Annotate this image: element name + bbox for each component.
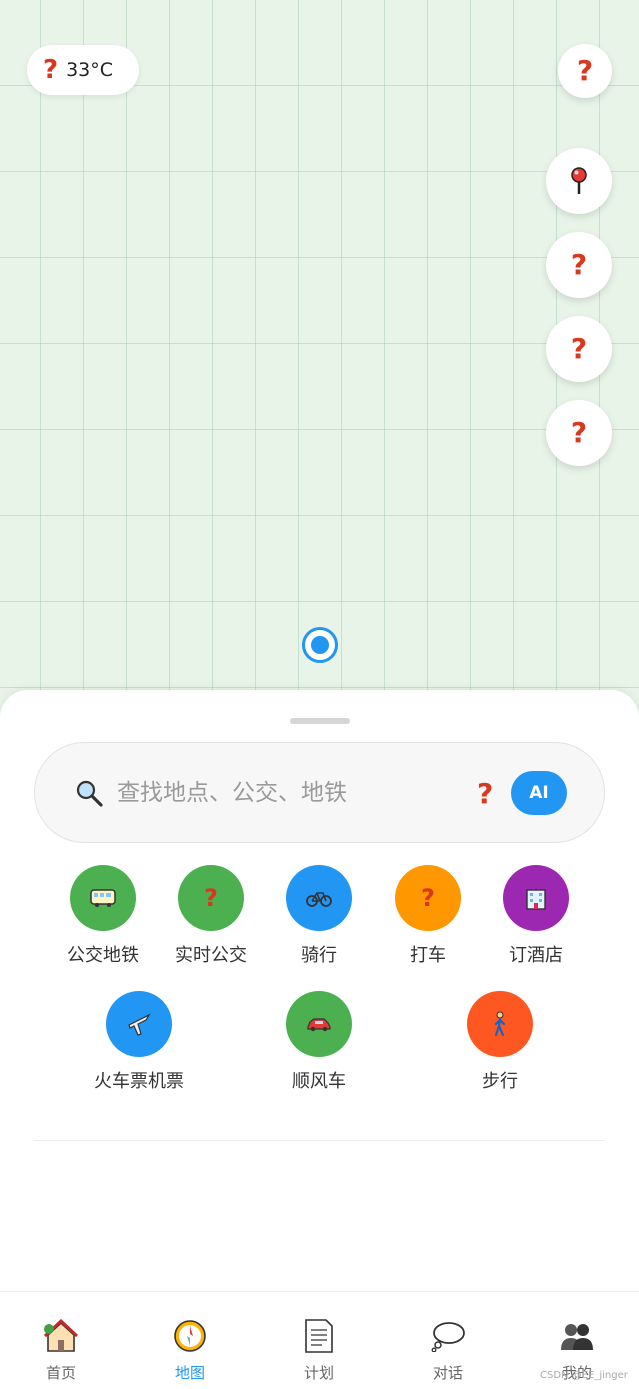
service-label: 步行: [482, 1071, 518, 1092]
service-label: 公交地铁: [67, 945, 139, 966]
side-button-3[interactable]: ?: [546, 316, 612, 382]
document-icon: [301, 1318, 337, 1354]
question-icon: ?: [576, 54, 594, 87]
service-hotel[interactable]: 订酒店: [476, 865, 596, 967]
side-button-2[interactable]: ?: [546, 232, 612, 298]
service-realtime-bus[interactable]: ? 实时公交: [151, 865, 271, 967]
tab-home[interactable]: 首页: [0, 1292, 125, 1389]
bottom-sheet: ? AI 公交地铁 ? 实时公交 骑行 ? 打车: [0, 690, 639, 1300]
service-label: 火车票机票: [94, 1071, 184, 1092]
search-bar[interactable]: ? AI: [34, 742, 605, 843]
service-cycling[interactable]: 骑行: [259, 865, 379, 967]
top-right-button[interactable]: ?: [558, 44, 612, 98]
tab-label: 对话: [432, 1364, 463, 1382]
bicycle-icon: [286, 865, 352, 931]
walking-icon: [467, 991, 533, 1057]
map-canvas[interactable]: ? 33°C ? ? ? ?: [0, 0, 639, 720]
service-label: 顺风车: [292, 1071, 346, 1092]
car-icon: [286, 991, 352, 1057]
sheet-drag-handle[interactable]: [290, 718, 350, 724]
tab-plan[interactable]: 计划: [255, 1292, 383, 1389]
ai-button[interactable]: AI: [511, 771, 567, 815]
service-train-flight[interactable]: 火车票机票: [79, 991, 199, 1093]
side-button-4[interactable]: ?: [546, 400, 612, 466]
service-taxi[interactable]: ? 打车: [368, 865, 488, 967]
airplane-icon: [106, 991, 172, 1057]
service-label: 订酒店: [509, 945, 563, 966]
weather-chip[interactable]: ? 33°C: [27, 45, 139, 95]
divider: [34, 1140, 605, 1141]
current-location-icon: [311, 636, 329, 654]
service-label: 打车: [410, 945, 446, 966]
tab-label: 计划: [303, 1364, 334, 1382]
service-label: 实时公交: [175, 945, 247, 966]
map-pin-icon: [571, 167, 587, 194]
hotel-icon: [503, 865, 569, 931]
speech-bubble-icon: [430, 1318, 466, 1354]
watermark: CSDN @EE_jinger: [540, 1370, 628, 1381]
question-icon: ?: [43, 55, 59, 85]
question-icon: ?: [178, 865, 244, 931]
tab-label: 首页: [45, 1364, 76, 1382]
search-icon: [76, 780, 103, 807]
temperature-text: 33°C: [66, 59, 114, 81]
search-input[interactable]: [117, 773, 447, 813]
service-walking[interactable]: 步行: [440, 991, 560, 1093]
question-icon: ?: [570, 416, 588, 449]
home-icon: [43, 1318, 79, 1354]
service-bus-subway[interactable]: 公交地铁: [43, 865, 163, 967]
tab-label: 地图: [174, 1364, 205, 1382]
service-label: 骑行: [301, 945, 337, 966]
current-location-marker[interactable]: [302, 627, 338, 663]
question-icon: ?: [570, 332, 588, 365]
service-rideshare[interactable]: 顺风车: [259, 991, 379, 1093]
tab-chat[interactable]: 对话: [384, 1292, 512, 1389]
bus-icon: [70, 865, 136, 931]
question-icon[interactable]: ?: [477, 777, 493, 810]
question-icon: ?: [395, 865, 461, 931]
map-pin-button[interactable]: [546, 148, 612, 214]
tab-map[interactable]: 地图: [126, 1292, 254, 1389]
users-icon: [559, 1318, 595, 1354]
compass-icon: [172, 1318, 208, 1354]
question-icon: ?: [570, 248, 588, 281]
